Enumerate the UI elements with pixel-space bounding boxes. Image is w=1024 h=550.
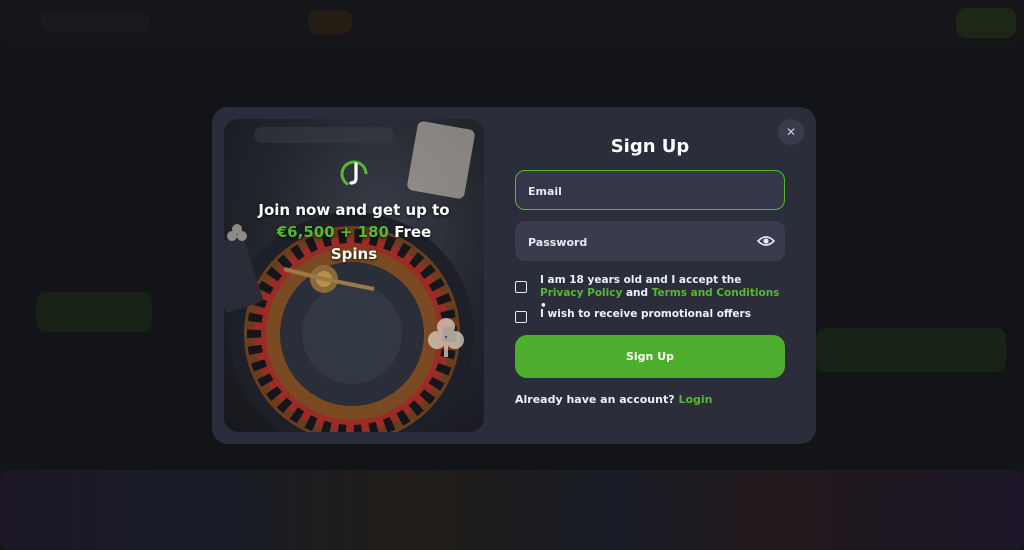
login-link[interactable]: Login [678,393,712,406]
promo-offers-checkbox[interactable] [515,311,527,323]
brand-logo-icon [340,160,368,188]
promo-headline: Join now and get up to €6,500 + 180 Free… [224,199,484,265]
modal-title: Sign Up [610,136,690,157]
promo-line-1: Join now and get up to [258,201,450,219]
terms-checkbox[interactable] [515,281,527,293]
terms-conditions-link[interactable]: Terms and Conditions [652,287,780,299]
promo-offers-label: I wish to receive promotional offers [540,308,751,320]
email-field-container [515,170,785,211]
promo-line-2: €6,500 + 180 Free [224,221,484,243]
close-icon: ✕ [785,125,797,139]
privacy-policy-link[interactable]: Privacy Policy [540,287,622,299]
signup-button[interactable]: Sign Up [515,335,785,378]
password-field[interactable] [526,222,750,262]
promo-bonus-amount: €6,500 + 180 [276,223,389,241]
terms-prefix: I am 18 years old and I accept the [540,274,742,286]
terms-and: and [625,287,649,299]
login-prompt-text: Already have an account? [515,393,675,406]
password-field-container [515,221,785,262]
promo-banner: Join now and get up to €6,500 + 180 Free… [224,119,484,432]
signup-modal: Join now and get up to €6,500 + 180 Free… [212,107,816,444]
eye-icon[interactable] [757,234,775,248]
promo-line-2-rest: Free [394,223,432,241]
promo-line-3: Spins [330,245,378,263]
login-prompt: Already have an account? Login [515,393,785,406]
email-field[interactable] [526,171,750,211]
